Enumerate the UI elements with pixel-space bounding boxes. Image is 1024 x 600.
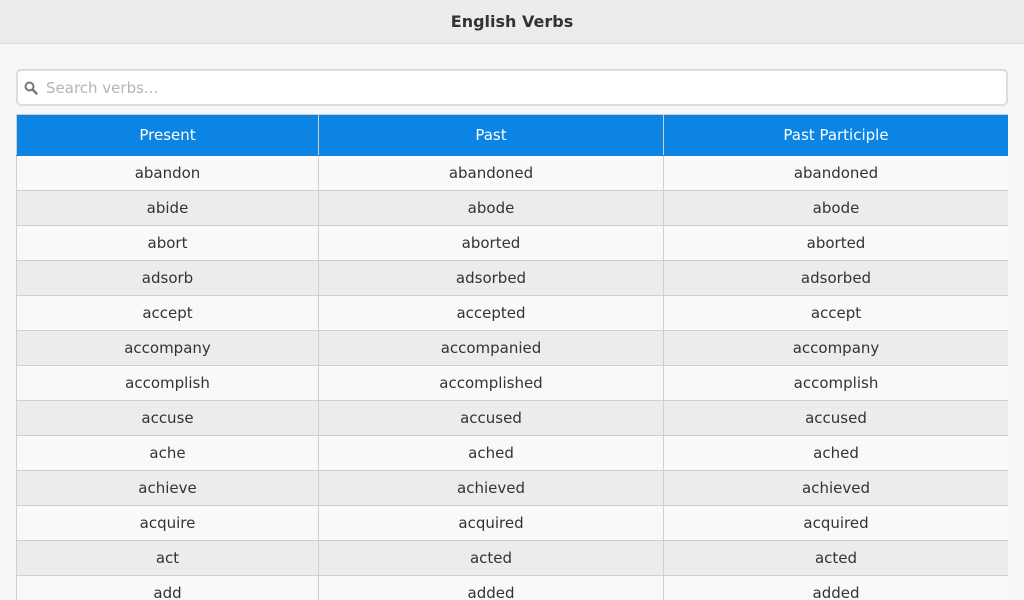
column-header-present[interactable]: Present (16, 114, 319, 156)
table-row[interactable]: achieve achieved achieved (16, 470, 1008, 506)
cell-past-participle: adsorbed (663, 260, 1008, 296)
table-row[interactable]: adsorb adsorbed adsorbed (16, 260, 1008, 296)
cell-past: ached (318, 435, 664, 471)
cell-past: abandoned (318, 155, 664, 191)
cell-past-participle: accomplish (663, 365, 1008, 401)
cell-present: add (16, 575, 319, 600)
cell-present: ache (16, 435, 319, 471)
cell-present: act (16, 540, 319, 576)
column-header-past[interactable]: Past (318, 114, 664, 156)
table-row[interactable]: acquire acquired acquired (16, 505, 1008, 541)
cell-present: achieve (16, 470, 319, 506)
app-header: English Verbs (0, 0, 1024, 44)
cell-past-participle: added (663, 575, 1008, 600)
cell-past-participle: acquired (663, 505, 1008, 541)
table-row[interactable]: abandon abandoned abandoned (16, 155, 1008, 191)
search-icon (18, 71, 44, 104)
cell-past: achieved (318, 470, 664, 506)
cell-present: accuse (16, 400, 319, 436)
table-row[interactable]: accept accepted accept (16, 295, 1008, 331)
cell-past-participle: abode (663, 190, 1008, 226)
cell-past-participle: acted (663, 540, 1008, 576)
cell-past: added (318, 575, 664, 600)
table-row[interactable]: abort aborted aborted (16, 225, 1008, 261)
cell-present: abort (16, 225, 319, 261)
cell-past-participle: abandoned (663, 155, 1008, 191)
search-input[interactable] (44, 72, 1006, 103)
cell-present: abide (16, 190, 319, 226)
cell-present: acquire (16, 505, 319, 541)
verbs-table-container: Present Past Past Participle abandon aban… (16, 114, 1008, 600)
cell-past: accomplished (318, 365, 664, 401)
cell-present: abandon (16, 155, 319, 191)
table-row[interactable]: ache ached ached (16, 435, 1008, 471)
table-row[interactable]: act acted acted (16, 540, 1008, 576)
table-header-row: Present Past Past Participle (16, 114, 1008, 156)
table-row[interactable]: abide abode abode (16, 190, 1008, 226)
cell-past: aborted (318, 225, 664, 261)
table-row[interactable]: accompany accompanied accompany (16, 330, 1008, 366)
cell-present: accomplish (16, 365, 319, 401)
cell-past-participle: aborted (663, 225, 1008, 261)
cell-past: adsorbed (318, 260, 664, 296)
cell-past: accused (318, 400, 664, 436)
cell-past-participle: accept (663, 295, 1008, 331)
cell-past: accompanied (318, 330, 664, 366)
table-row[interactable]: accomplish accomplished accomplish (16, 365, 1008, 401)
verbs-table: Present Past Past Participle abandon aban… (16, 114, 1008, 600)
page-title: English Verbs (450, 12, 574, 31)
table-row[interactable]: add added added (16, 575, 1008, 600)
cell-past: acquired (318, 505, 664, 541)
cell-past: accepted (318, 295, 664, 331)
cell-past-participle: achieved (663, 470, 1008, 506)
column-header-past-participle[interactable]: Past Participle (663, 114, 1008, 156)
table-row[interactable]: accuse accused accused (16, 400, 1008, 436)
cell-present: adsorb (16, 260, 319, 296)
cell-past: acted (318, 540, 664, 576)
cell-present: accompany (16, 330, 319, 366)
search-bar[interactable] (16, 69, 1008, 106)
cell-past: abode (318, 190, 664, 226)
cell-past-participle: accused (663, 400, 1008, 436)
cell-present: accept (16, 295, 319, 331)
cell-past-participle: accompany (663, 330, 1008, 366)
cell-past-participle: ached (663, 435, 1008, 471)
